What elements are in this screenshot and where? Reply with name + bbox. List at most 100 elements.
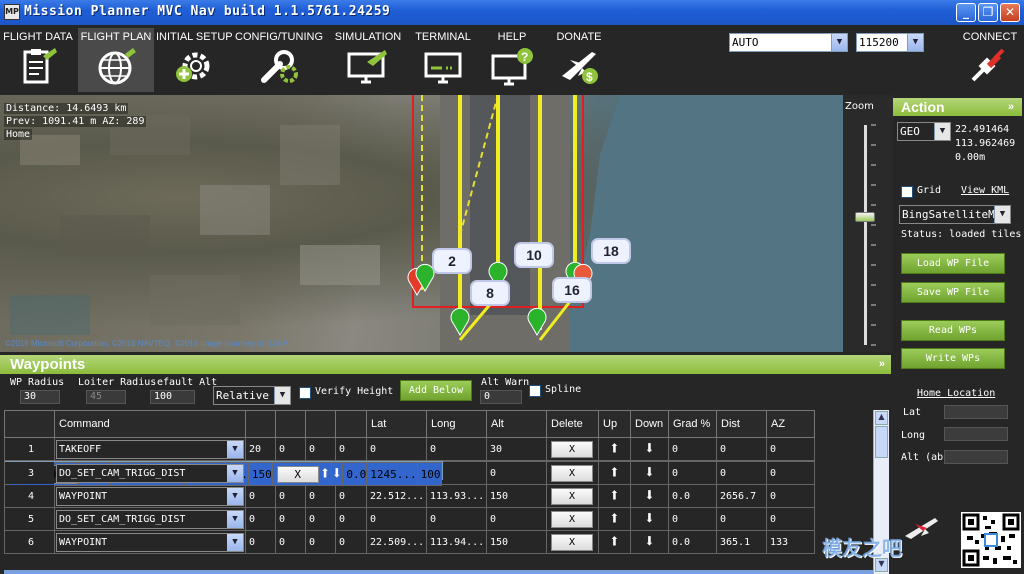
delete-row-button[interactable]: X (551, 440, 593, 458)
collapse-icon[interactable]: » (879, 355, 885, 374)
map-view[interactable]: Distance: 14.6493 km Prev: 1091.41 m AZ:… (0, 95, 893, 352)
param1-cell[interactable]: 0 (245, 530, 276, 554)
move-up-icon[interactable]: ⬆ (598, 530, 631, 554)
view-kml-link[interactable]: View KML (961, 185, 1009, 196)
command-cell[interactable]: DO_SET_CAM_TRIGG_DIST ▼ (54, 507, 246, 531)
nav-flight-data[interactable]: FLIGHT DATA (0, 28, 76, 92)
table-row[interactable]: 5 DO_SET_CAM_TRIGG_DIST ▼ 0 0 0 0 0 0 0 X ⬆ ⬇ 0 0 0 (4, 507, 815, 531)
move-down-icon[interactable]: ⬇ (630, 437, 669, 461)
delete-row-button[interactable]: X (276, 465, 319, 483)
home-lat-field[interactable] (944, 405, 1008, 419)
coord-mode-select[interactable]: GEO ▼ (897, 122, 951, 141)
scroll-thumb[interactable] (875, 426, 888, 458)
grid-checkbox[interactable] (901, 186, 913, 198)
alt-cell[interactable]: 0 (486, 507, 547, 531)
col-header[interactable]: Up (598, 410, 631, 438)
param1-cell[interactable]: 0 (245, 507, 276, 531)
nav-initial-setup[interactable]: INITIAL SETUP (156, 28, 233, 92)
col-header[interactable]: Alt (486, 410, 547, 438)
lat-cell[interactable]: 22.512... (366, 484, 427, 508)
add-below-button[interactable]: Add Below (400, 380, 472, 401)
row-number-cell[interactable]: 1 (4, 437, 55, 461)
long-cell[interactable]: 113.93... (426, 484, 487, 508)
col-header[interactable]: Delete (546, 410, 599, 438)
nav-flight-plan[interactable]: FLIGHT PLAN (78, 28, 154, 92)
move-down-icon[interactable]: ⬇ (630, 484, 669, 508)
col-header[interactable]: Long (426, 410, 487, 438)
waypoint-badge[interactable]: 10 (514, 242, 554, 268)
alt-mode-select[interactable]: Relative ▼ (213, 386, 291, 405)
long-cell[interactable]: 0 (426, 437, 487, 461)
row-number-cell[interactable]: 3 (4, 461, 55, 485)
alt-cell[interactable]: 30 (486, 437, 547, 461)
command-select[interactable]: WAYPOINT ▼ (56, 486, 244, 506)
alt-cell[interactable]: 0 (486, 461, 547, 485)
minimize-button[interactable]: _ (956, 3, 976, 22)
param3-cell[interactable]: 0 (305, 484, 336, 508)
loiter-radius-input[interactable]: 45 (86, 390, 126, 404)
close-button[interactable]: ✕ (1000, 3, 1020, 22)
row-number-cell[interactable]: 4 (4, 484, 55, 508)
waypoint-badge[interactable]: 2 (432, 248, 472, 274)
col-header[interactable]: AZ (766, 410, 815, 438)
param4-cell[interactable]: 0 (335, 507, 367, 531)
move-down-icon[interactable]: ⬇ (630, 507, 669, 531)
map-type-select[interactable]: BingSatelliteMap ▼ (899, 205, 1011, 224)
alt-cell[interactable]: 150 (247, 462, 273, 486)
maximize-button[interactable]: ❐ (978, 3, 998, 22)
command-select[interactable]: DO_SET_CAM_TRIGG_DIST ▼ (56, 509, 244, 529)
nav-config-tuning[interactable]: CONFIG/TUNING (234, 28, 324, 92)
move-up-icon[interactable]: ⬆ (598, 484, 631, 508)
waypoint-badge[interactable]: 16 (552, 277, 592, 303)
param2-cell[interactable]: 0 (275, 484, 306, 508)
alt-cell[interactable]: 150 (486, 530, 547, 554)
nav-help[interactable]: HELP ? (482, 28, 542, 92)
lat-cell[interactable]: 22.509... (366, 530, 427, 554)
read-wps-button[interactable]: Read WPs (901, 320, 1005, 341)
command-cell[interactable]: DO_SET_CAM_TRIGG_DIST ▼ (54, 461, 246, 485)
table-row[interactable]: 4 WAYPOINT ▼ 0 0 0 0 22.512... 113.93... 150 X ⬆ ⬇ 0.… (4, 484, 815, 508)
col-header[interactable]: Down (630, 410, 669, 438)
home-alt-field[interactable] (944, 450, 1008, 464)
col-header[interactable]: Dist (716, 410, 767, 438)
col-header[interactable] (335, 410, 367, 438)
delete-row-button[interactable]: X (551, 464, 593, 482)
command-select[interactable]: TAKEOFF ▼ (56, 439, 244, 459)
param4-cell[interactable]: 0 (335, 437, 367, 461)
home-location-link[interactable]: Home Location (917, 388, 995, 399)
command-cell[interactable]: WAYPOINT ▼ (54, 484, 246, 508)
lat-cell[interactable]: 0 (366, 507, 427, 531)
alt-warn-input[interactable]: 0 (480, 390, 522, 404)
waypoints-header[interactable]: Waypoints » (0, 355, 891, 374)
default-alt-input[interactable]: 100 (150, 390, 195, 404)
write-wps-button[interactable]: Write WPs (901, 348, 1005, 369)
scroll-up-icon[interactable]: ▲ (875, 411, 888, 425)
param3-cell[interactable]: 0 (305, 530, 336, 554)
save-wp-file-button[interactable]: Save WP File (901, 282, 1005, 303)
collapse-icon[interactable]: » (1008, 98, 1014, 116)
command-select[interactable]: WAYPOINT ▼ (56, 532, 244, 552)
wp-radius-input[interactable]: 30 (20, 390, 60, 404)
row-number-cell[interactable]: 6 (4, 530, 55, 554)
col-header[interactable]: Grad % (668, 410, 717, 438)
delete-row-button[interactable]: X (551, 510, 593, 528)
col-header[interactable] (275, 410, 306, 438)
waypoint-badge[interactable]: 8 (470, 280, 510, 306)
move-up-icon[interactable]: ⬆ (598, 507, 631, 531)
command-cell[interactable]: WAYPOINT ▼ (54, 530, 246, 554)
param3-cell[interactable]: 0 (305, 437, 336, 461)
action-panel-header[interactable]: Action » (893, 98, 1022, 116)
col-header[interactable] (245, 410, 276, 438)
row-number-cell[interactable]: 5 (4, 507, 55, 531)
param1-cell[interactable]: 0 (245, 484, 276, 508)
move-up-icon[interactable]: ⬆ (318, 462, 332, 486)
mode-select[interactable]: AUTO ▼ (729, 33, 848, 52)
col-header[interactable]: Lat (366, 410, 427, 438)
command-select[interactable]: DO_SET_CAM_TRIGG_DIST ▼ (56, 463, 244, 483)
waypoint-badge[interactable]: 18 (591, 238, 631, 264)
delete-row-button[interactable]: X (551, 533, 593, 551)
move-down-icon[interactable]: ⬇ (630, 530, 669, 554)
nav-donate[interactable]: DONATE $ (550, 28, 608, 92)
param2-cell[interactable]: 0 (275, 507, 306, 531)
home-long-field[interactable] (944, 427, 1008, 441)
